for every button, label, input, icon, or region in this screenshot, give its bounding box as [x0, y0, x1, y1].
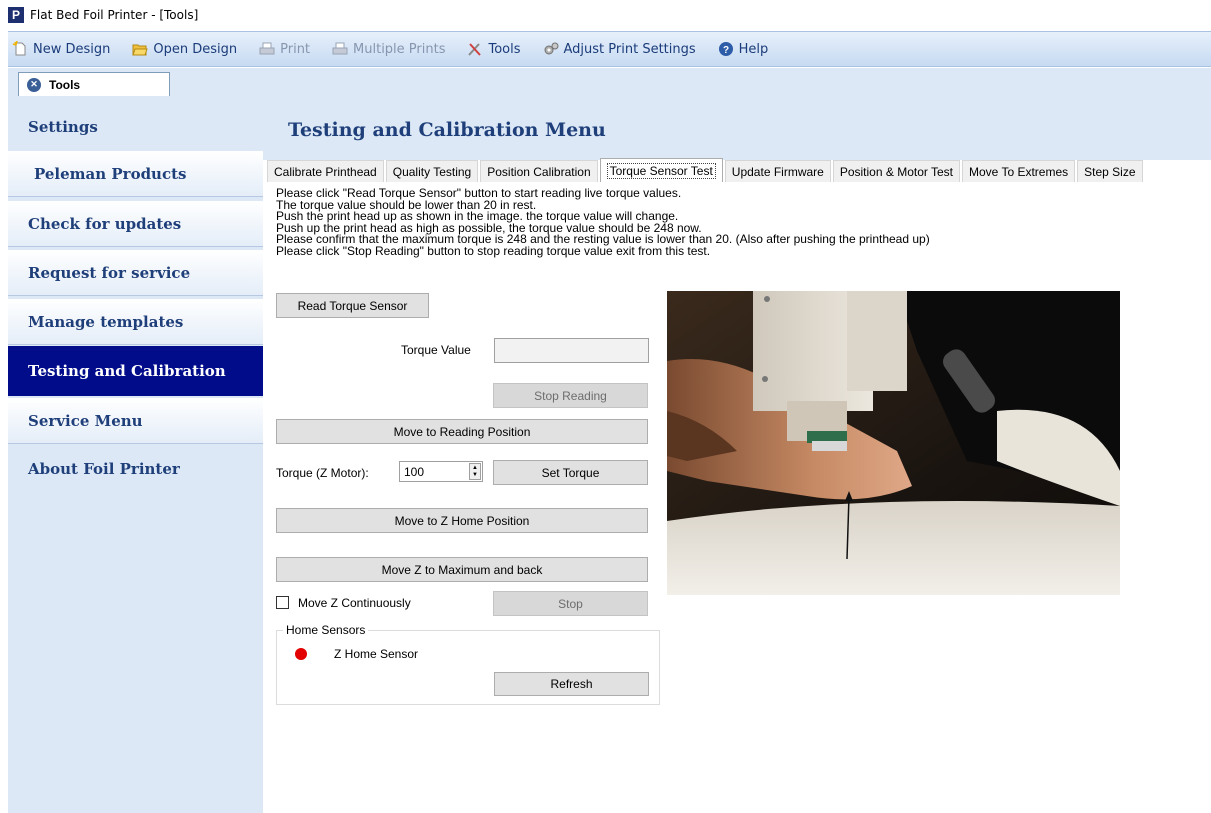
print-label: Print — [280, 41, 311, 57]
sidebar-item-peleman-products[interactable]: Peleman Products — [8, 151, 263, 197]
sidebar-item-about[interactable]: About Foil Printer — [8, 446, 263, 492]
help-icon: ? — [718, 41, 734, 57]
set-torque-button[interactable]: Set Torque — [493, 460, 648, 485]
main-panel: Testing and Calibration Menu Calibrate P… — [263, 100, 1211, 813]
spin-arrows-icon[interactable]: ▲ ▼ — [469, 463, 481, 480]
sidebar-item-testing-calibration[interactable]: Testing and Calibration — [8, 346, 263, 396]
page-title: Testing and Calibration Menu — [288, 119, 606, 141]
main-toolbar: New Design Open Design Print Multiple Pr… — [8, 31, 1211, 67]
tab-label: Quality Testing — [392, 164, 472, 179]
calibration-tabs: Calibrate Printhead Quality Testing Posi… — [267, 158, 1145, 182]
tab-label: Position Calibration — [487, 164, 591, 179]
gears-icon — [543, 41, 559, 57]
tab-label: Position & Motor Test — [839, 164, 953, 179]
new-design-label: New Design — [33, 41, 111, 57]
new-document-icon — [12, 41, 28, 57]
folder-open-icon — [132, 41, 149, 57]
tab-calibrate-printhead[interactable]: Calibrate Printhead — [267, 160, 384, 182]
read-torque-sensor-button[interactable]: Read Torque Sensor — [276, 293, 429, 318]
torque-value-label: Torque Value — [401, 343, 471, 357]
tools-document-tab-label: Tools — [49, 77, 81, 92]
sidebar-item-label: About Foil Printer — [28, 460, 180, 478]
torque-z-motor-stepper[interactable]: 100 ▲ ▼ — [399, 461, 483, 482]
move-to-z-home-button[interactable]: Move to Z Home Position — [276, 508, 648, 533]
tools-icon — [467, 41, 483, 57]
instruction-line: Please click "Stop Reading" button to st… — [276, 243, 711, 258]
tab-move-to-extremes[interactable]: Move To Extremes — [962, 160, 1076, 182]
main-header: Testing and Calibration Menu — [263, 100, 1211, 160]
instructions-text: Please click "Read Torque Sensor" button… — [276, 187, 1196, 258]
close-icon[interactable]: ✕ — [27, 77, 41, 92]
printhead-push-photo — [667, 291, 1120, 595]
stop-button[interactable]: Stop — [493, 591, 648, 616]
tab-label: Update Firmware — [731, 164, 824, 179]
tab-label: Move To Extremes — [969, 164, 1069, 179]
tools-button[interactable]: Tools — [467, 41, 521, 57]
printer-icon — [332, 41, 348, 57]
sidebar-item-request-service[interactable]: Request for service — [8, 250, 263, 296]
help-label: Help — [738, 41, 769, 57]
sidebar-item-label: Check for updates — [28, 214, 182, 233]
help-button[interactable]: ? Help — [718, 41, 769, 57]
tools-document-tab[interactable]: ✕ Tools — [18, 72, 170, 96]
torque-z-motor-value: 100 — [404, 464, 425, 479]
move-z-continuously-label: Move Z Continuously — [298, 596, 411, 610]
stop-reading-button[interactable]: Stop Reading — [493, 383, 648, 408]
tab-quality-testing[interactable]: Quality Testing — [385, 160, 479, 182]
svg-text:?: ? — [723, 45, 729, 56]
z-home-sensor-led-icon — [295, 648, 307, 660]
title-bar: P Flat Bed Foil Printer - [Tools] — [0, 0, 1211, 30]
sidebar-item-label: Request for service — [28, 263, 191, 282]
move-z-continuously-checkbox[interactable] — [276, 596, 289, 609]
new-design-button[interactable]: New Design — [12, 41, 110, 57]
tab-label: Torque Sensor Test — [606, 162, 716, 179]
home-sensors-group: Home Sensors Z Home Sensor Refresh — [276, 623, 660, 705]
z-home-sensor-label: Z Home Sensor — [334, 647, 419, 661]
printer-icon — [259, 41, 275, 57]
tab-label: Step Size — [1084, 164, 1136, 179]
open-design-button[interactable]: Open Design — [132, 41, 237, 57]
sidebar-item-service-menu[interactable]: Service Menu — [8, 398, 263, 444]
open-design-label: Open Design — [153, 41, 238, 57]
home-sensors-title: Home Sensors — [283, 623, 369, 637]
sidebar-item-label: Settings — [28, 118, 98, 136]
sidebar-item-label: Peleman Products — [34, 164, 187, 183]
move-z-max-back-button[interactable]: Move Z to Maximum and back — [276, 557, 648, 582]
refresh-button[interactable]: Refresh — [494, 672, 649, 696]
app-icon: P — [8, 7, 24, 23]
sidebar: Settings Peleman Products Check for upda… — [8, 100, 263, 813]
sidebar-item-check-updates[interactable]: Check for updates — [8, 201, 263, 247]
tab-position-motor-test[interactable]: Position & Motor Test — [832, 160, 960, 182]
sidebar-item-label: Testing and Calibration — [28, 362, 226, 380]
torque-z-motor-label: Torque (Z Motor): — [276, 466, 369, 480]
sidebar-item-label: Service Menu — [28, 411, 143, 430]
sidebar-item-settings[interactable]: Settings — [8, 104, 263, 150]
tab-step-size[interactable]: Step Size — [1077, 160, 1143, 182]
torque-value-field[interactable] — [494, 338, 649, 363]
tab-label: Calibrate Printhead — [274, 164, 377, 179]
tab-update-firmware[interactable]: Update Firmware — [724, 160, 831, 182]
multiple-prints-button[interactable]: Multiple Prints — [332, 41, 445, 57]
tab-torque-sensor-test[interactable]: Torque Sensor Test — [599, 158, 723, 182]
tools-label: Tools — [488, 41, 521, 57]
document-tab-strip: ✕ Tools — [8, 68, 1211, 100]
sidebar-item-label: Manage templates — [28, 312, 184, 331]
multiple-prints-label: Multiple Prints — [353, 41, 446, 57]
adjust-print-settings-button[interactable]: Adjust Print Settings — [543, 41, 696, 57]
window-title: Flat Bed Foil Printer - [Tools] — [30, 8, 199, 22]
print-button[interactable]: Print — [259, 41, 310, 57]
move-to-reading-position-button[interactable]: Move to Reading Position — [276, 419, 648, 444]
sidebar-item-manage-templates[interactable]: Manage templates — [8, 299, 263, 345]
tab-position-calibration[interactable]: Position Calibration — [480, 160, 598, 182]
adjust-print-settings-label: Adjust Print Settings — [563, 41, 696, 57]
